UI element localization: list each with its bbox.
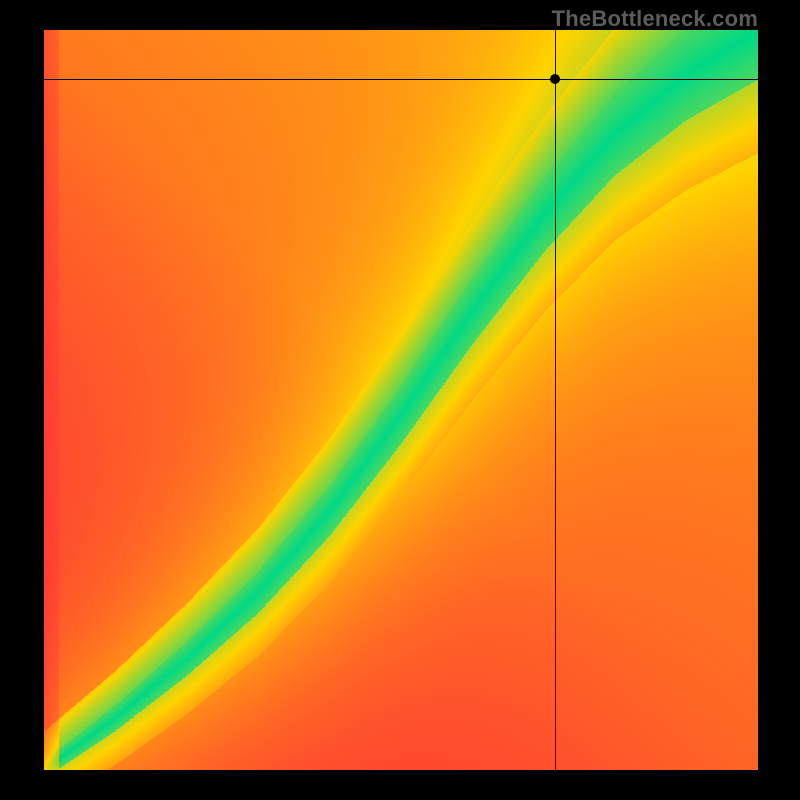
chart-container: TheBottleneck.com [0, 0, 800, 800]
crosshair-horizontal [44, 79, 758, 80]
watermark-text: TheBottleneck.com [552, 6, 758, 32]
heatmap-canvas [44, 30, 758, 770]
crosshair-vertical [555, 30, 556, 770]
crosshair-marker [550, 74, 560, 84]
